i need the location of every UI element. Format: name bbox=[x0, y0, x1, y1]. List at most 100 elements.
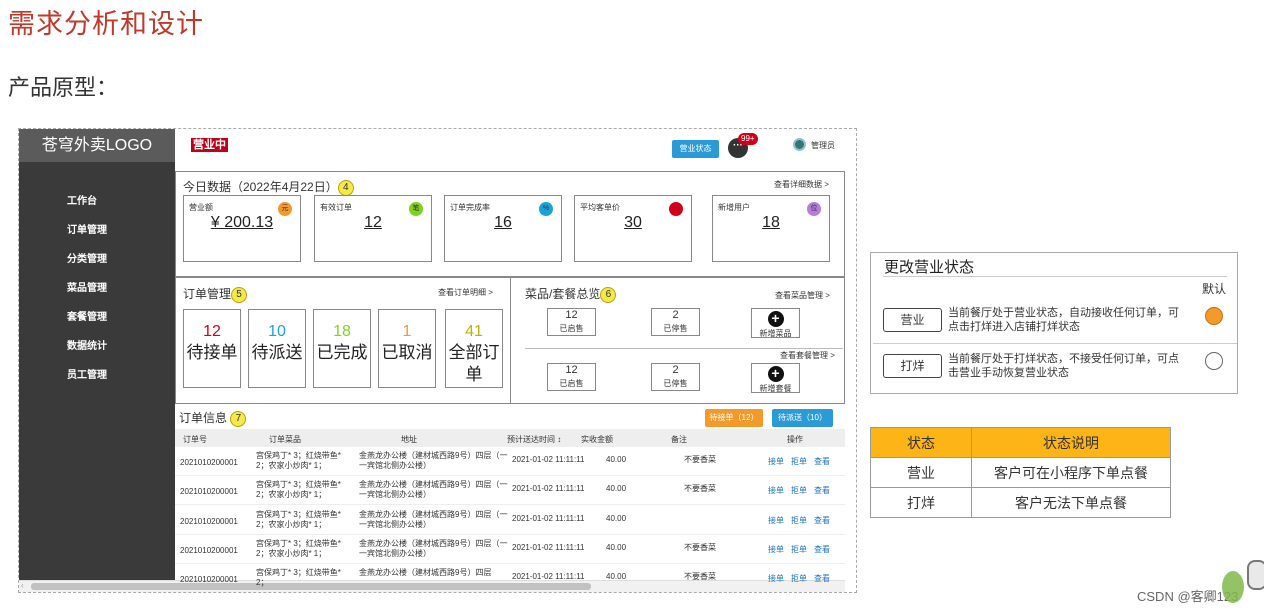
view-setmeals-text: 查看套餐管理 bbox=[780, 351, 828, 360]
amount: 40.00 bbox=[606, 572, 627, 581]
delivery-time: 2021-01-02 11:11:11 bbox=[512, 514, 585, 523]
column-header: 订单菜品 bbox=[269, 435, 301, 444]
order-dishes: 宫保鸡丁* 3；红烧带鱼* 2；农家小炒肉* 1； bbox=[256, 510, 341, 529]
reject-link[interactable]: 拒单 bbox=[791, 573, 807, 584]
today-data-section: 今日数据（2022年4月22日） 4 查看详细数据 > 营业额元 ¥ 200.13 有… bbox=[175, 171, 845, 277]
reject-link[interactable]: 拒单 bbox=[791, 485, 807, 496]
amount: 40.00 bbox=[606, 484, 627, 493]
order-dishes: 宫保鸡丁* 3；红烧带鱼* 2； bbox=[256, 568, 341, 587]
order-note: 不要香菜 bbox=[684, 455, 716, 464]
card-value[interactable]: 12 bbox=[315, 214, 431, 232]
chevron-right-icon: > bbox=[825, 291, 830, 300]
view-link[interactable]: 查看 bbox=[814, 485, 830, 496]
reject-link[interactable]: 拒单 bbox=[791, 515, 807, 526]
view-details-text: 查看详细数据 bbox=[774, 180, 822, 189]
reject-link[interactable]: 拒单 bbox=[791, 544, 807, 555]
order-number: 2021010200001 bbox=[180, 575, 238, 584]
dishes-overview-section: 菜品/套餐总览 6 查看菜品管理 > 查看套餐管理 > 12 已启售 2 已停售 + 新增菜… bbox=[510, 277, 845, 404]
card-label: 新增用户 bbox=[718, 203, 750, 212]
accept-link[interactable]: 接单 bbox=[768, 515, 784, 526]
open-business-button[interactable]: 营业 bbox=[883, 308, 942, 332]
view-dishes-link[interactable]: 查看菜品管理 > bbox=[775, 290, 830, 301]
order-address: 金燕龙办公楼（建材城西路9号）四层 bbox=[359, 568, 492, 577]
nav-item-setmeals[interactable]: 套餐管理 bbox=[67, 308, 107, 323]
page-heading: 需求分析和设计 bbox=[8, 9, 204, 39]
accept-link[interactable]: 接单 bbox=[768, 456, 784, 467]
order-count: 41 bbox=[465, 323, 483, 340]
card-value[interactable]: ¥ 200.13 bbox=[184, 214, 300, 232]
dish-stat-label: 已停售 bbox=[663, 324, 688, 333]
order-note: 不要香菜 bbox=[684, 572, 716, 581]
view-order-details-text: 查看订单明细 bbox=[438, 288, 486, 297]
amount: 40.00 bbox=[606, 455, 627, 464]
add-button[interactable]: + 新增套餐 bbox=[751, 363, 800, 393]
order-count: 18 bbox=[333, 323, 351, 340]
divider bbox=[873, 343, 1237, 344]
admin-label[interactable]: 管理员 bbox=[811, 140, 835, 151]
column-header: 备注 bbox=[671, 435, 687, 444]
reject-link[interactable]: 拒单 bbox=[791, 456, 807, 467]
card-value[interactable]: 30 bbox=[575, 214, 691, 232]
table-row: 营业 客户可在小程序下单点餐 bbox=[870, 457, 1171, 488]
order-management-section: 订单管理 5 查看订单明细 > 12 待接单 10 待派送 18 已完成 1 已取消 41 全部订单 bbox=[175, 277, 511, 404]
close-business-button[interactable]: 打烊 bbox=[883, 354, 942, 378]
column-header: 地址 bbox=[401, 435, 417, 444]
order-status-box[interactable]: 41 全部订单 bbox=[445, 309, 503, 388]
order-status-box[interactable]: 18 已完成 bbox=[313, 309, 371, 388]
status-button[interactable]: 营业状态 bbox=[672, 140, 719, 158]
amount: 40.00 bbox=[606, 514, 627, 523]
order-status-box[interactable]: 12 待接单 bbox=[183, 309, 241, 388]
nav-item-employees[interactable]: 员工管理 bbox=[67, 366, 107, 381]
data-card: 有效订单笔 12 bbox=[314, 195, 432, 262]
nav-item-dishes[interactable]: 菜品管理 bbox=[67, 279, 107, 294]
scroll-left-icon[interactable]: ‹ bbox=[21, 581, 24, 590]
avatar-icon[interactable] bbox=[793, 138, 806, 151]
order-number: 2021010200001 bbox=[180, 487, 238, 496]
nav-item-categories[interactable]: 分类管理 bbox=[67, 250, 107, 265]
accept-link[interactable]: 接单 bbox=[768, 544, 784, 555]
order-note: 不要香菜 bbox=[684, 484, 716, 493]
order-number: 2021010200001 bbox=[180, 546, 238, 555]
add-button[interactable]: + 新增菜品 bbox=[751, 308, 800, 338]
pending-delivery-button[interactable]: 待派送（10） bbox=[772, 409, 833, 427]
accept-link[interactable]: 接单 bbox=[768, 485, 784, 496]
nav-item-orders[interactable]: 订单管理 bbox=[67, 221, 107, 236]
order-status-label: 已完成 bbox=[316, 343, 368, 362]
view-order-details-link[interactable]: 查看订单明细 > bbox=[438, 287, 493, 298]
today-data-title-text: 今日数据（2022年4月22日） bbox=[183, 180, 338, 194]
view-link[interactable]: 查看 bbox=[814, 515, 830, 526]
nav-item-statistics[interactable]: 数据统计 bbox=[67, 337, 107, 352]
dish-stat-label: 已启售 bbox=[559, 324, 584, 333]
order-number: 2021010200001 bbox=[180, 517, 238, 526]
order-status-box[interactable]: 1 已取消 bbox=[378, 309, 436, 388]
dish-stat-num: 12 bbox=[565, 364, 578, 376]
order-address: 金燕龙办公楼（建材城西路9号）四层（一一宾馆北侧办公楼） bbox=[359, 539, 508, 558]
view-details-link[interactable]: 查看详细数据 > bbox=[774, 179, 829, 190]
order-note: 不要香菜 bbox=[684, 543, 716, 552]
change-status-title: 更改营业状态 bbox=[884, 259, 975, 276]
close-business-radio[interactable] bbox=[1205, 352, 1223, 370]
data-card: 营业额元 ¥ 200.13 bbox=[183, 195, 301, 262]
accept-link[interactable]: 接单 bbox=[768, 573, 784, 584]
view-link[interactable]: 查看 bbox=[814, 573, 830, 584]
order-status-label: 待接单 bbox=[186, 343, 238, 362]
chevron-right-icon: > bbox=[824, 180, 829, 189]
table-row: 打烊 客户无法下单点餐 bbox=[870, 487, 1171, 518]
order-address: 金燕龙办公楼（建材城西路9号）四层（一一宾馆北侧办公楼） bbox=[359, 480, 508, 499]
nav-item-dashboard[interactable]: 工作台 bbox=[67, 192, 97, 207]
page-subheading: 产品原型： bbox=[8, 75, 119, 100]
view-link[interactable]: 查看 bbox=[814, 544, 830, 555]
view-link[interactable]: 查看 bbox=[814, 456, 830, 467]
order-status-box[interactable]: 10 待派送 bbox=[248, 309, 306, 388]
dish-stat-label: 已启售 bbox=[559, 379, 584, 388]
plus-icon: + bbox=[767, 311, 784, 327]
pending-accept-button[interactable]: 待接单（12） bbox=[705, 409, 763, 427]
status-table: 状态 状态说明 营业 客户可在小程序下单点餐 打烊 客户无法下单点餐 bbox=[870, 427, 1171, 518]
view-setmeals-link[interactable]: 查看套餐管理 > bbox=[780, 350, 835, 361]
order-address: 金燕龙办公楼（建材城西路9号）四层（一一宾馆北侧办公楼） bbox=[359, 451, 508, 470]
open-business-radio[interactable] bbox=[1205, 307, 1223, 325]
dish-stat-num: 2 bbox=[672, 309, 679, 321]
card-value[interactable]: 16 bbox=[445, 214, 561, 232]
order-status-label: 已取消 bbox=[381, 343, 433, 362]
card-value[interactable]: 18 bbox=[713, 214, 829, 232]
